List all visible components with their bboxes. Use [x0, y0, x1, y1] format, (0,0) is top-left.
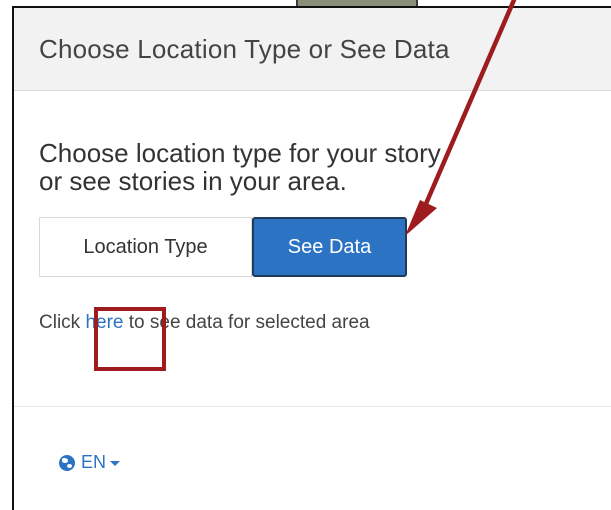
see-data-instruction: Click here to see data for selected area — [39, 312, 605, 334]
panel-header: Choose Location Type or See Data — [14, 8, 611, 91]
prompt-line-1: Choose location type for your story — [39, 138, 441, 168]
globe-icon — [59, 454, 75, 471]
language-selector[interactable]: EN — [59, 452, 121, 473]
language-label: EN — [81, 452, 107, 472]
panel-title: Choose Location Type or See Data — [39, 33, 450, 64]
instruction-suffix: to see data for selected area — [123, 312, 370, 333]
instruction-prefix: Click — [39, 312, 86, 333]
see-data-button[interactable]: See Data — [252, 217, 407, 277]
location-type-panel: Choose Location Type or See Data Choose … — [12, 6, 611, 510]
prompt-text: Choose location type for your story or s… — [39, 139, 605, 195]
here-link[interactable]: here — [85, 312, 123, 333]
panel-body: Choose location type for your story or s… — [14, 91, 611, 334]
prompt-line-2: or see stories in your area. — [39, 166, 347, 196]
location-data-toggle: Location Type See Data — [39, 217, 605, 277]
caret-down-icon — [110, 461, 121, 466]
panel-divider — [14, 406, 611, 407]
screenshot-canvas: Choose Location Type or See Data Choose … — [0, 0, 611, 510]
location-type-button[interactable]: Location Type — [39, 217, 252, 277]
